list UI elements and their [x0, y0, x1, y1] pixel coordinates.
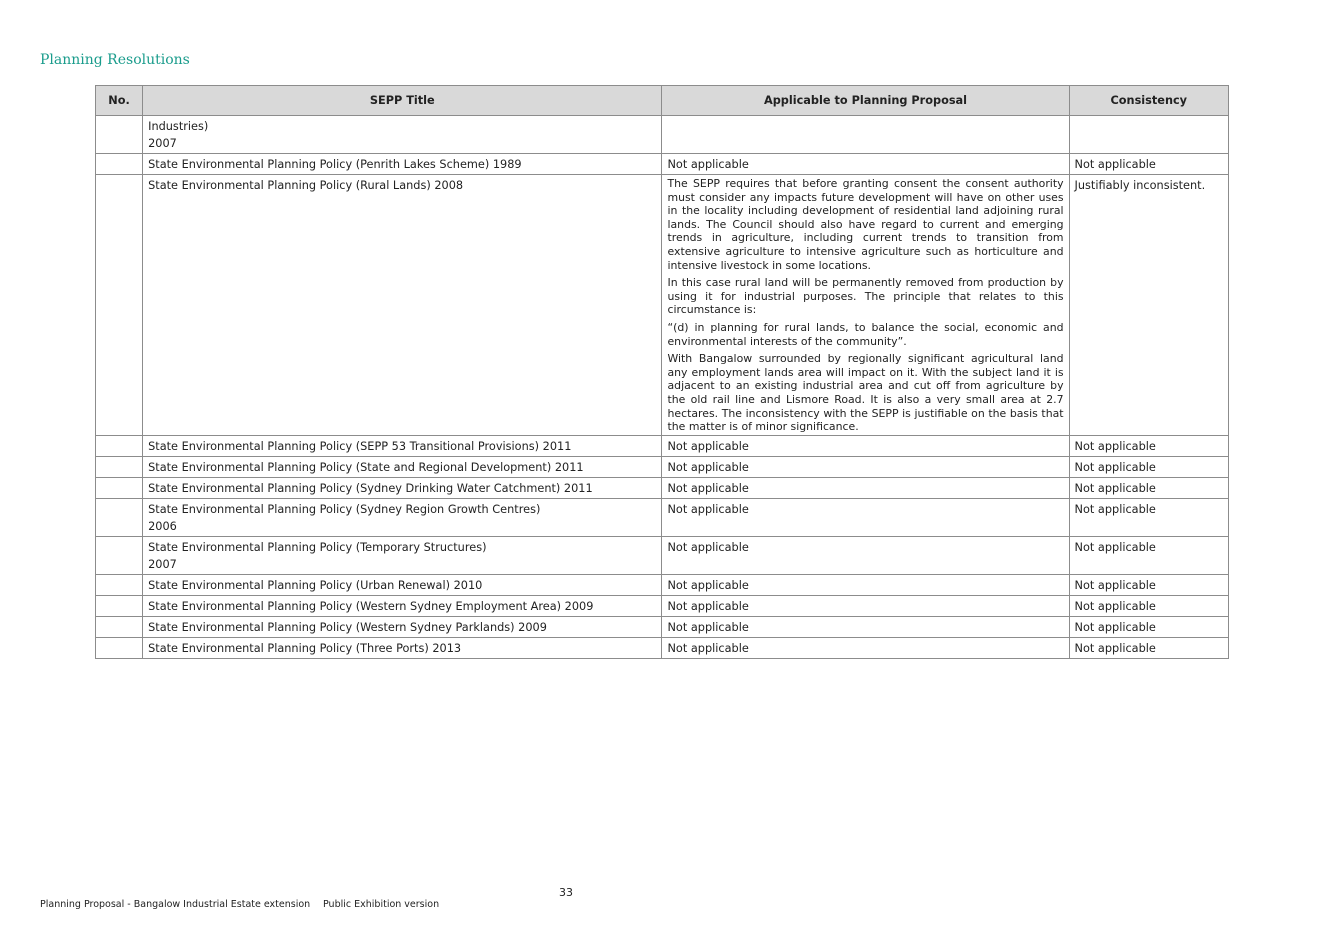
column-header-sepp-title: SEPP Title — [142, 85, 663, 116]
cell-consistency: Not applicable — [1068, 615, 1230, 638]
applicable-paragraph: The SEPP requires that before granting c… — [667, 177, 1064, 272]
cell-no — [94, 615, 144, 638]
column-header-consistency: Consistency — [1068, 85, 1230, 116]
cell-sepp-title: State Environmental Planning Policy (Syd… — [142, 476, 663, 499]
cell-sepp-title: State Environmental Planning Policy (Wes… — [142, 594, 663, 617]
cell-no — [94, 174, 144, 436]
column-header-applicable: Applicable to Planning Proposal — [661, 85, 1070, 116]
cell-applicable — [661, 115, 1070, 154]
cell-consistency: Not applicable — [1068, 636, 1230, 659]
cell-sepp-title: State Environmental Planning Policy (Wes… — [142, 615, 663, 638]
cell-applicable: The SEPP requires that before granting c… — [661, 174, 1070, 436]
cell-consistency: Not applicable — [1068, 455, 1230, 478]
cell-consistency: Not applicable — [1068, 497, 1230, 537]
cell-sepp-title: State Environmental Planning Policy (Urb… — [142, 573, 663, 596]
cell-consistency: Not applicable — [1068, 476, 1230, 499]
cell-sepp-title: State Environmental Planning Policy (Thr… — [142, 636, 663, 659]
cell-no — [94, 434, 144, 457]
table-row: State Environmental Planning Policy (Wes… — [94, 615, 1230, 638]
cell-no — [94, 153, 144, 175]
cell-no — [94, 476, 144, 499]
sepp-table: No. SEPP Title Applicable to Planning Pr… — [94, 85, 1230, 659]
cell-applicable: Not applicable — [661, 497, 1070, 537]
footer-document-title: Planning Proposal - Bangalow Industrial … — [40, 899, 311, 910]
cell-no — [94, 594, 144, 617]
cell-no — [94, 636, 144, 659]
table-row: State Environmental Planning Policy (Rur… — [94, 174, 1230, 436]
column-header-no: No. — [94, 85, 144, 116]
applicable-paragraph: In this case rural land will be permanen… — [667, 276, 1064, 317]
cell-applicable: Not applicable — [661, 455, 1070, 478]
cell-sepp-title: State Environmental Planning Policy (Rur… — [142, 174, 663, 436]
cell-applicable: Not applicable — [661, 476, 1070, 499]
table-row: State Environmental Planning Policy (Syd… — [94, 497, 1230, 537]
cell-consistency: Not applicable — [1068, 153, 1230, 175]
cell-consistency: Not applicable — [1068, 573, 1230, 596]
cell-applicable: Not applicable — [661, 573, 1070, 596]
cell-no — [94, 535, 144, 575]
table-row: State Environmental Planning Policy (Urb… — [94, 573, 1230, 596]
cell-applicable: Not applicable — [661, 615, 1070, 638]
table-row: State Environmental Planning Policy (Pen… — [94, 153, 1230, 175]
cell-consistency — [1068, 115, 1230, 154]
cell-consistency: Justifiably inconsistent. — [1068, 174, 1230, 436]
cell-sepp-title: State Environmental Planning Policy (Sta… — [142, 455, 663, 478]
cell-sepp-title: State Environmental Planning Policy (SEP… — [142, 434, 663, 457]
table-row: State Environmental Planning Policy (SEP… — [94, 434, 1230, 457]
table-row: Industries) 2007 — [94, 115, 1230, 154]
cell-consistency: Not applicable — [1068, 434, 1230, 457]
table-row: State Environmental Planning Policy (Syd… — [94, 476, 1230, 499]
cell-sepp-title: State Environmental Planning Policy (Syd… — [142, 497, 663, 537]
cell-consistency: Not applicable — [1068, 594, 1230, 617]
cell-applicable: Not applicable — [661, 434, 1070, 457]
cell-no — [94, 455, 144, 478]
footer-version: Public Exhibition version — [323, 899, 440, 910]
table-header-row: No. SEPP Title Applicable to Planning Pr… — [94, 85, 1230, 116]
cell-sepp-title: Industries) 2007 — [142, 115, 663, 154]
cell-applicable: Not applicable — [661, 535, 1070, 575]
applicable-paragraph: With Bangalow surrounded by regionally s… — [667, 352, 1064, 434]
cell-sepp-title: State Environmental Planning Policy (Tem… — [142, 535, 663, 575]
applicable-paragraph: “(d) in planning for rural lands, to bal… — [667, 320, 1064, 348]
table-row: State Environmental Planning Policy (Wes… — [94, 594, 1230, 617]
table-row: State Environmental Planning Policy (Thr… — [94, 636, 1230, 659]
cell-sepp-title: State Environmental Planning Policy (Pen… — [142, 153, 663, 175]
cell-no — [94, 115, 144, 154]
cell-consistency: Not applicable — [1068, 535, 1230, 575]
cell-no — [94, 497, 144, 537]
table-row: State Environmental Planning Policy (Sta… — [94, 455, 1230, 478]
cell-applicable: Not applicable — [661, 594, 1070, 617]
table-body: Industries) 2007 State Environmental Plan… — [94, 115, 1230, 659]
cell-applicable: Not applicable — [661, 636, 1070, 659]
table-row: State Environmental Planning Policy (Tem… — [94, 535, 1230, 575]
cell-applicable: Not applicable — [661, 153, 1070, 175]
page-number: 33 — [559, 886, 573, 899]
page-section-title: Planning Resolutions — [40, 52, 190, 68]
cell-no — [94, 573, 144, 596]
